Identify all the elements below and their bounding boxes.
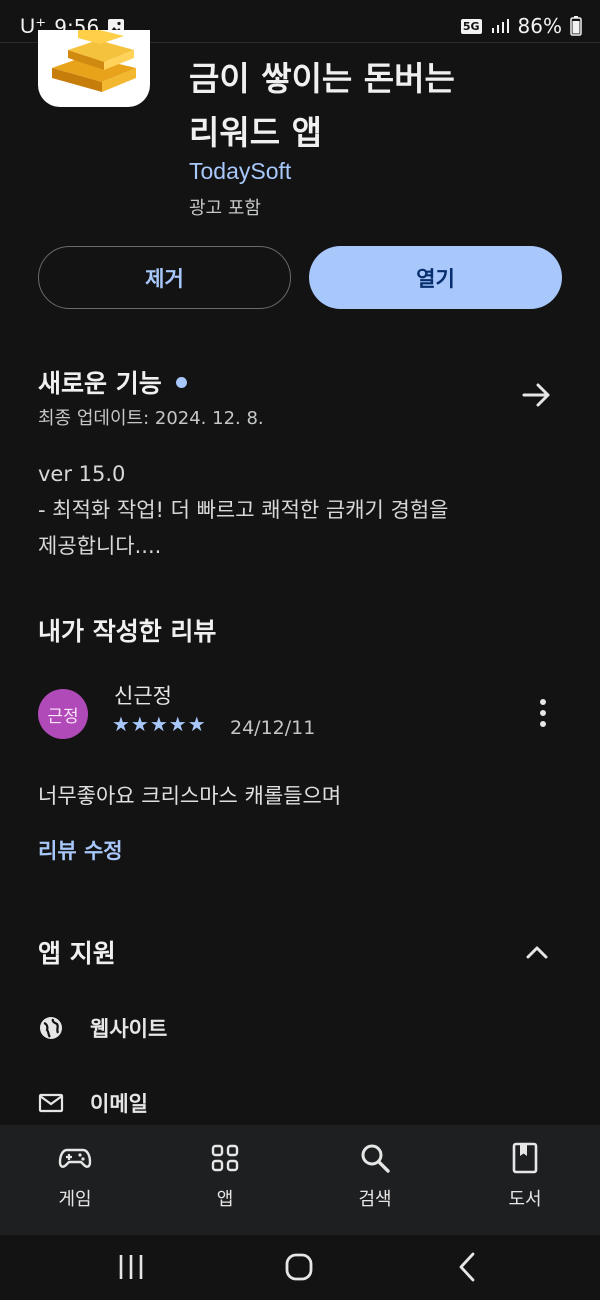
mail-icon [38,1093,64,1113]
uninstall-button[interactable]: 제거 [38,246,291,309]
signal-icon [491,19,509,33]
app-icon [38,30,150,107]
search-icon [361,1144,390,1173]
ads-notice: 광고 포함 [189,198,261,219]
battery-icon [570,16,582,36]
apps-grid-icon [211,1144,239,1172]
system-navigation [0,1235,600,1300]
app-title-line-1: 금이 쌓이는 돈버는 [189,59,455,98]
nav-books-label: 도서 [508,1189,542,1210]
email-row[interactable]: 이메일 [38,1083,148,1123]
review-text: 너무좋아요 크리스마스 캐롤들으며 [38,784,342,808]
email-label: 이메일 [90,1092,148,1116]
website-row[interactable]: 웹사이트 [38,1008,167,1048]
bottom-navigation: 게임 앱 검색 도서 [0,1125,600,1235]
recent-apps-icon[interactable] [111,1247,151,1287]
gold-bars-icon [52,30,136,92]
nav-search[interactable]: 검색 [325,1141,425,1211]
reviewer-name: 신근정 [114,684,172,708]
whats-new-header[interactable]: 새로운 기능 [38,364,187,400]
globe-icon [40,1017,62,1039]
star-rating: ★★★★★ [112,712,207,736]
app-title: 금이 쌓이는 돈버는 리워드 앱 [189,52,579,160]
back-icon[interactable] [448,1247,488,1287]
edit-review-link[interactable]: 리뷰 수정 [38,835,123,865]
developer-link[interactable]: TodaySoft [189,158,291,185]
new-indicator-dot [175,376,187,388]
my-review-title: 내가 작성한 리뷰 [38,617,217,646]
nav-search-label: 검색 [358,1189,392,1210]
chevron-up-icon[interactable] [522,938,552,966]
release-notes: ver 15.0 - 최적화 작업! 더 빠르고 쾌적한 금캐기 경험을 제공합… [38,456,558,564]
avatar: 근정 [38,689,88,739]
gamepad-icon [58,1148,92,1168]
last-updated: 최종 업데이트: 2024. 12. 8. [38,408,264,429]
release-note-line: 제공합니다.... [38,534,162,558]
nav-books[interactable]: 도서 [475,1141,575,1211]
arrow-right-icon[interactable] [520,380,554,410]
website-label: 웹사이트 [90,1017,168,1041]
review-date: 24/12/11 [230,717,316,739]
nav-apps[interactable]: 앱 [175,1141,275,1211]
app-title-line-2: 리워드 앱 [189,113,322,152]
nav-games-label: 게임 [58,1189,92,1210]
release-note-line: ver 15.0 [38,462,126,486]
network-5g-icon: 5G [460,18,482,34]
nav-apps-label: 앱 [216,1189,234,1210]
battery-percent: 86% [517,14,562,38]
release-note-line: - 최적화 작업! 더 빠르고 쾌적한 금캐기 경험을 [38,498,449,522]
nav-games[interactable]: 게임 [25,1141,125,1211]
whats-new-title: 새로운 기능 [38,369,162,398]
more-options-icon[interactable] [530,696,556,730]
app-support-title[interactable]: 앱 지원 [38,934,116,970]
book-icon [512,1142,538,1174]
home-icon[interactable] [279,1247,319,1287]
open-button[interactable]: 열기 [309,246,562,309]
